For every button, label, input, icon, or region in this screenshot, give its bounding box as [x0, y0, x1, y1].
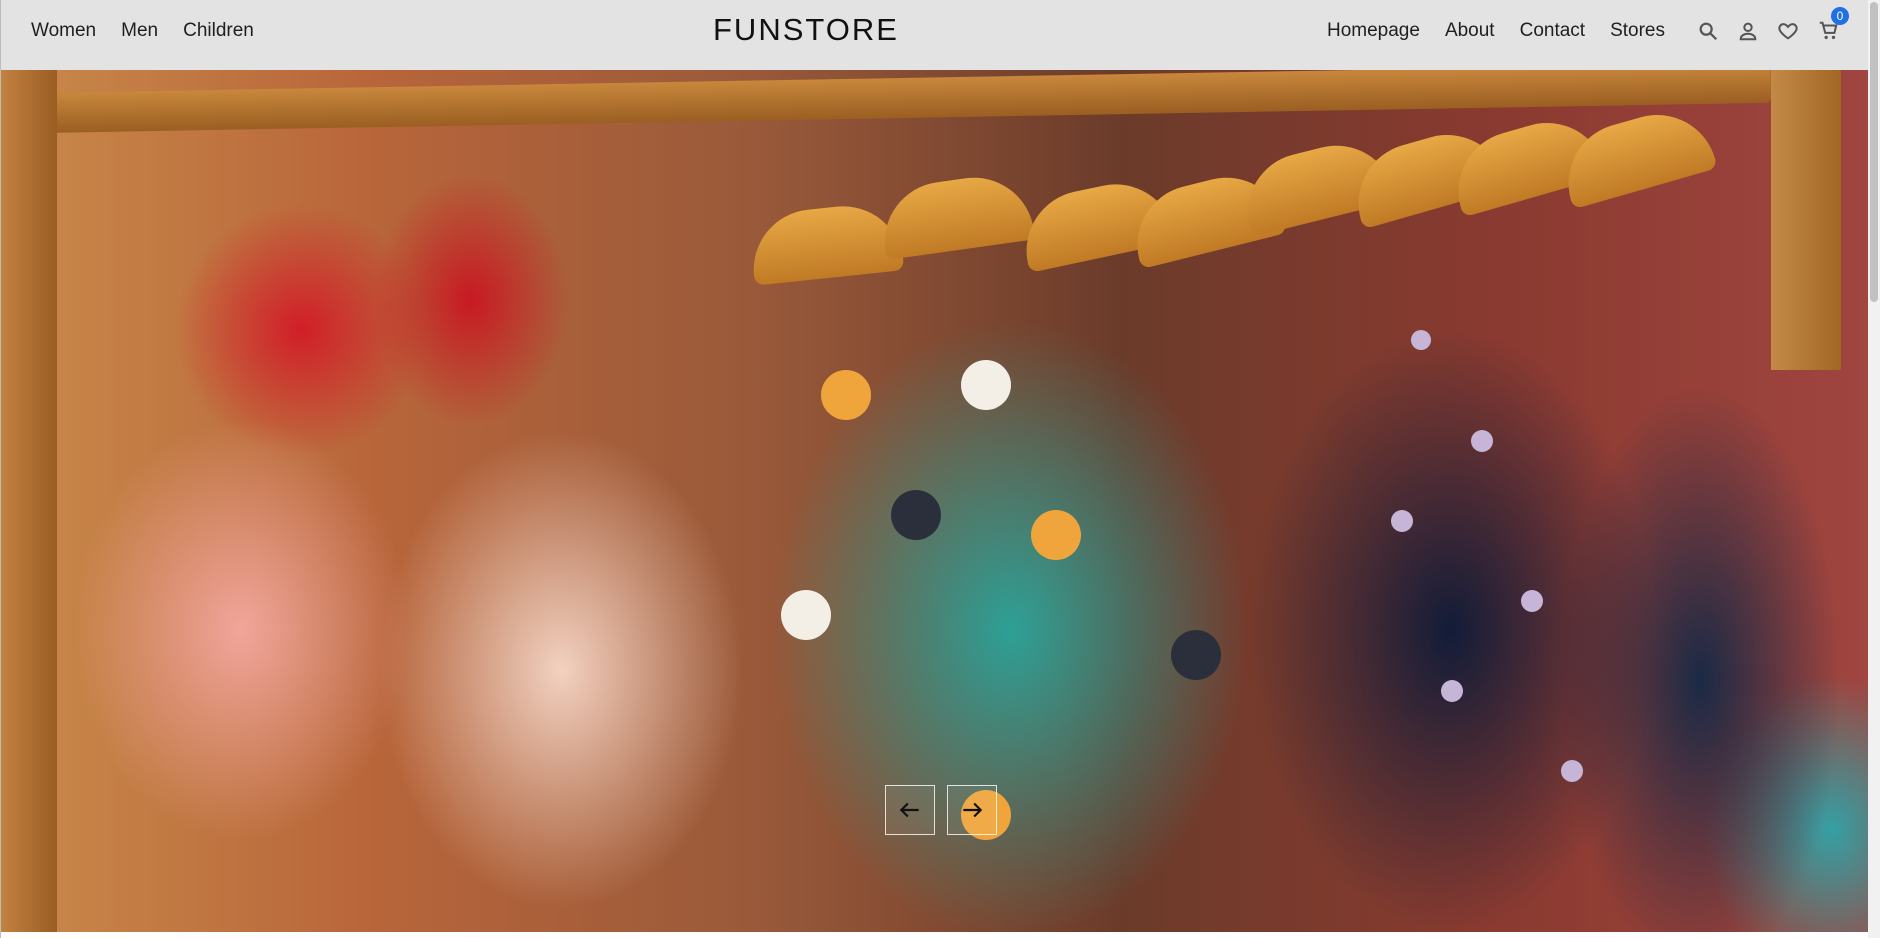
nav-link-stores[interactable]: Stores	[1610, 20, 1665, 42]
shirt-print	[1171, 630, 1221, 680]
prev-slide-button[interactable]	[885, 785, 935, 835]
nav-link-women[interactable]: Women	[31, 20, 96, 42]
hero-slider	[1, 70, 1869, 932]
site-nav: Homepage About Contact Stores	[1327, 0, 1665, 62]
shirt-print	[961, 360, 1011, 410]
clothes-rail	[30, 70, 1772, 134]
shirt-pattern-dot	[1411, 330, 1431, 350]
hanger	[876, 169, 1036, 261]
hanger	[1554, 100, 1718, 210]
shirt-pattern-dot	[1521, 590, 1543, 612]
shirt-print	[781, 590, 831, 640]
scrollbar[interactable]	[1868, 0, 1880, 938]
header-icons: 0	[1697, 0, 1849, 62]
page: Women Men Children FUNSTORE Homepage Abo…	[0, 0, 1869, 938]
heart-icon[interactable]	[1777, 20, 1799, 42]
category-nav: Women Men Children	[31, 0, 254, 62]
shirt-pattern-dot	[1441, 680, 1463, 702]
arrow-left-icon	[899, 802, 919, 818]
scrollbar-thumb[interactable]	[1870, 2, 1878, 302]
rail-post-left	[1, 70, 57, 932]
navbar: Women Men Children FUNSTORE Homepage Abo…	[1, 0, 1869, 70]
brand-logo[interactable]: FUNSTORE	[713, 12, 899, 48]
nav-link-children[interactable]: Children	[183, 20, 254, 42]
search-icon[interactable]	[1697, 20, 1719, 42]
nav-link-men[interactable]: Men	[121, 20, 158, 42]
next-slide-button[interactable]	[947, 785, 997, 835]
shirt-pattern-dot	[1561, 760, 1583, 782]
shirt-pattern-dot	[1471, 430, 1493, 452]
cart-count-badge: 0	[1831, 7, 1849, 25]
arrow-right-icon	[963, 802, 983, 818]
shirt-print	[891, 490, 941, 540]
nav-link-about[interactable]: About	[1445, 20, 1495, 42]
nav-link-contact[interactable]: Contact	[1520, 20, 1585, 42]
nav-link-homepage[interactable]: Homepage	[1327, 20, 1420, 42]
cart-icon[interactable]: 0	[1817, 7, 1849, 42]
shirt-pattern-dot	[1391, 510, 1413, 532]
shirt-print	[1031, 510, 1081, 560]
user-icon[interactable]	[1737, 20, 1759, 42]
rail-post-right	[1771, 70, 1841, 370]
hanger	[747, 200, 905, 286]
shirt-print	[821, 370, 871, 420]
